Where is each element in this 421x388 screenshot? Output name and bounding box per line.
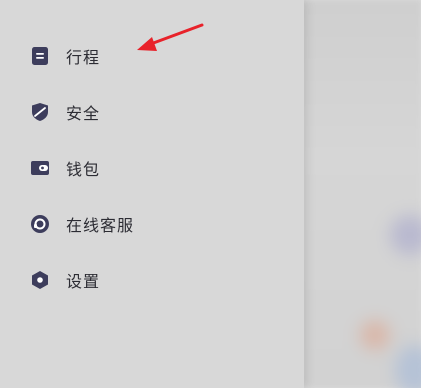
menu-item-customer-service[interactable]: 在线客服 bbox=[0, 196, 304, 252]
menu-item-label: 设置 bbox=[66, 272, 101, 291]
background-app-blurred bbox=[300, 0, 421, 388]
shield-icon bbox=[29, 101, 51, 123]
menu-item-label: 安全 bbox=[66, 104, 101, 123]
wallet-icon bbox=[29, 157, 51, 179]
menu-item-wallet[interactable]: 钱包 bbox=[0, 140, 304, 196]
menu-item-label: 钱包 bbox=[66, 160, 101, 179]
menu-item-settings[interactable]: 设置 bbox=[0, 252, 304, 308]
menu-item-security[interactable]: 安全 bbox=[0, 84, 304, 140]
customer-service-icon bbox=[29, 213, 51, 235]
menu-item-label: 在线客服 bbox=[66, 216, 135, 235]
trip-list-icon bbox=[29, 45, 51, 67]
red-arrow-annotation bbox=[137, 23, 204, 51]
drawer-menu: 行程 安全 钱包 在线客服 设置 bbox=[0, 28, 304, 308]
settings-icon bbox=[29, 269, 51, 291]
menu-item-label: 行程 bbox=[66, 48, 101, 67]
screen: 行程 安全 钱包 在线客服 设置 bbox=[0, 0, 421, 388]
